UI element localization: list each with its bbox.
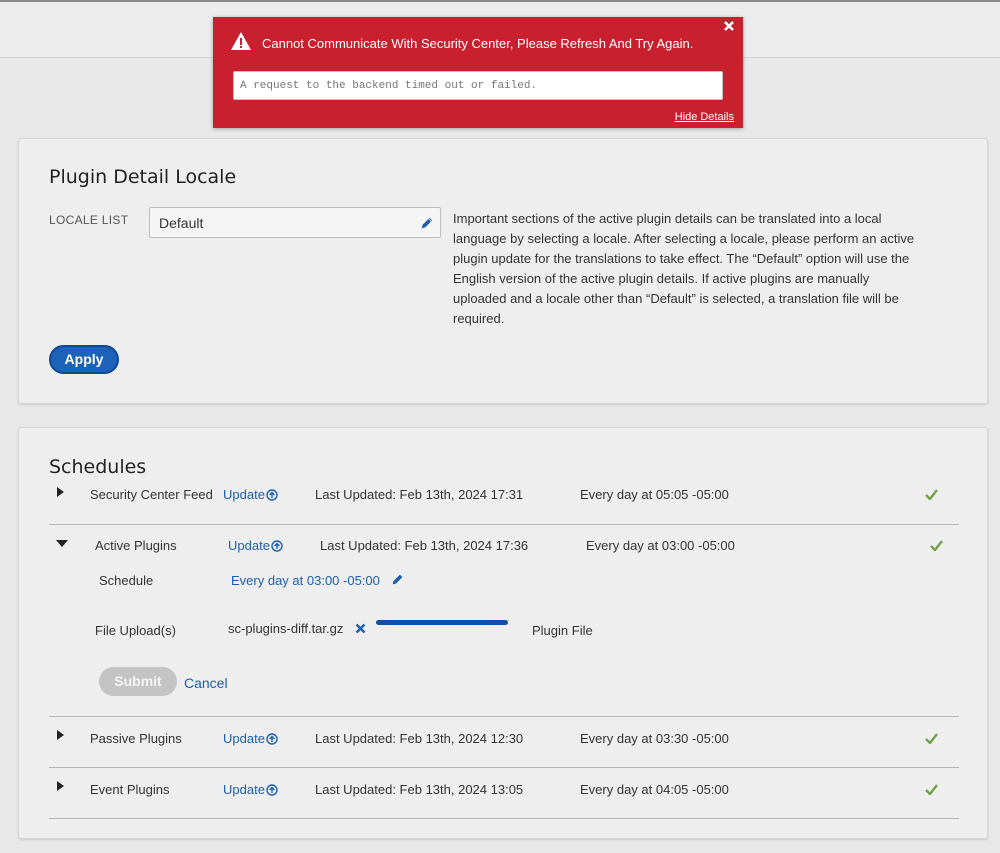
last-updated: Last Updated: Feb 13th, 2024 12:30 bbox=[315, 731, 524, 746]
locale-select[interactable]: Default bbox=[149, 207, 441, 238]
locale-description: Important sections of the active plugin … bbox=[453, 211, 915, 326]
schedule-row: Security Center Feed Update Last Updated… bbox=[49, 474, 959, 525]
update-link[interactable]: Update bbox=[223, 782, 278, 797]
schedule-row: Passive Plugins Update Last Updated: Feb… bbox=[49, 717, 959, 768]
last-updated: Last Updated: Feb 13th, 2024 13:05 bbox=[315, 782, 524, 797]
remove-file-icon[interactable] bbox=[355, 623, 366, 634]
check-icon bbox=[930, 540, 943, 551]
schedule-name: Active Plugins bbox=[95, 538, 177, 553]
expand-arrow-icon[interactable] bbox=[57, 487, 64, 497]
schedule-frequency: Every day at 03:00 -05:00 bbox=[586, 538, 735, 553]
upload-circle-icon bbox=[266, 784, 278, 796]
schedule-frequency: Every day at 03:30 -05:00 bbox=[580, 731, 729, 746]
alert-title: Cannot Communicate With Security Center,… bbox=[262, 36, 694, 51]
submit-button[interactable]: Submit bbox=[99, 667, 177, 696]
file-upload-label: File Upload(s) bbox=[95, 623, 176, 638]
schedule-edit-link[interactable]: Every day at 03:00 -05:00 bbox=[231, 573, 380, 588]
expand-arrow-icon[interactable] bbox=[57, 730, 64, 740]
row-divider bbox=[49, 818, 959, 819]
check-icon bbox=[925, 784, 938, 795]
upload-progress-bar bbox=[376, 620, 508, 625]
file-type-label: Plugin File bbox=[532, 623, 593, 638]
update-link[interactable]: Update bbox=[223, 731, 278, 746]
pencil-icon[interactable] bbox=[391, 573, 404, 586]
locale-panel-title: Plugin Detail Locale bbox=[49, 166, 237, 188]
uploaded-file-name: sc-plugins-diff.tar.gz bbox=[228, 621, 344, 636]
schedule-label: Schedule bbox=[99, 573, 154, 588]
upload-circle-icon bbox=[266, 733, 278, 745]
locale-list-label: LOCALE LIST bbox=[49, 213, 129, 227]
update-link[interactable]: Update bbox=[223, 487, 278, 502]
schedule-row: Event Plugins Update Last Updated: Feb 1… bbox=[49, 768, 959, 819]
schedule-name: Event Plugins bbox=[90, 782, 170, 797]
hide-details-link[interactable]: Hide Details bbox=[675, 111, 734, 123]
alert-detail-field[interactable]: A request to the backend timed out or fa… bbox=[233, 71, 723, 100]
schedule-name: Passive Plugins bbox=[90, 731, 182, 746]
apply-button[interactable]: Apply bbox=[49, 345, 119, 374]
check-icon bbox=[925, 489, 938, 500]
schedule-row-expanded: Active Plugins Update Last Updated: Feb … bbox=[49, 525, 959, 717]
schedule-frequency: Every day at 05:05 -05:00 bbox=[580, 487, 729, 502]
schedule-frequency: Every day at 04:05 -05:00 bbox=[580, 782, 729, 797]
upload-circle-icon bbox=[266, 489, 278, 501]
locale-select-value: Default bbox=[159, 215, 204, 231]
expand-arrow-icon[interactable] bbox=[57, 781, 64, 791]
cancel-link[interactable]: Cancel bbox=[184, 675, 228, 691]
last-updated: Last Updated: Feb 13th, 2024 17:36 bbox=[320, 538, 529, 553]
schedule-name: Security Center Feed bbox=[90, 487, 213, 502]
warning-icon bbox=[231, 32, 251, 50]
last-updated: Last Updated: Feb 13th, 2024 17:31 bbox=[315, 487, 524, 502]
plugin-detail-locale-panel: Plugin Detail Locale LOCALE LIST Default… bbox=[18, 138, 988, 404]
check-icon bbox=[925, 733, 938, 744]
upload-circle-icon bbox=[271, 540, 283, 552]
schedules-panel: Schedules Security Center Feed Update La… bbox=[18, 427, 988, 839]
error-alert: Cannot Communicate With Security Center,… bbox=[213, 17, 743, 128]
update-link[interactable]: Update bbox=[228, 538, 283, 553]
close-icon[interactable] bbox=[723, 20, 735, 32]
collapse-arrow-icon[interactable] bbox=[56, 540, 68, 547]
pencil-icon[interactable] bbox=[420, 216, 434, 230]
